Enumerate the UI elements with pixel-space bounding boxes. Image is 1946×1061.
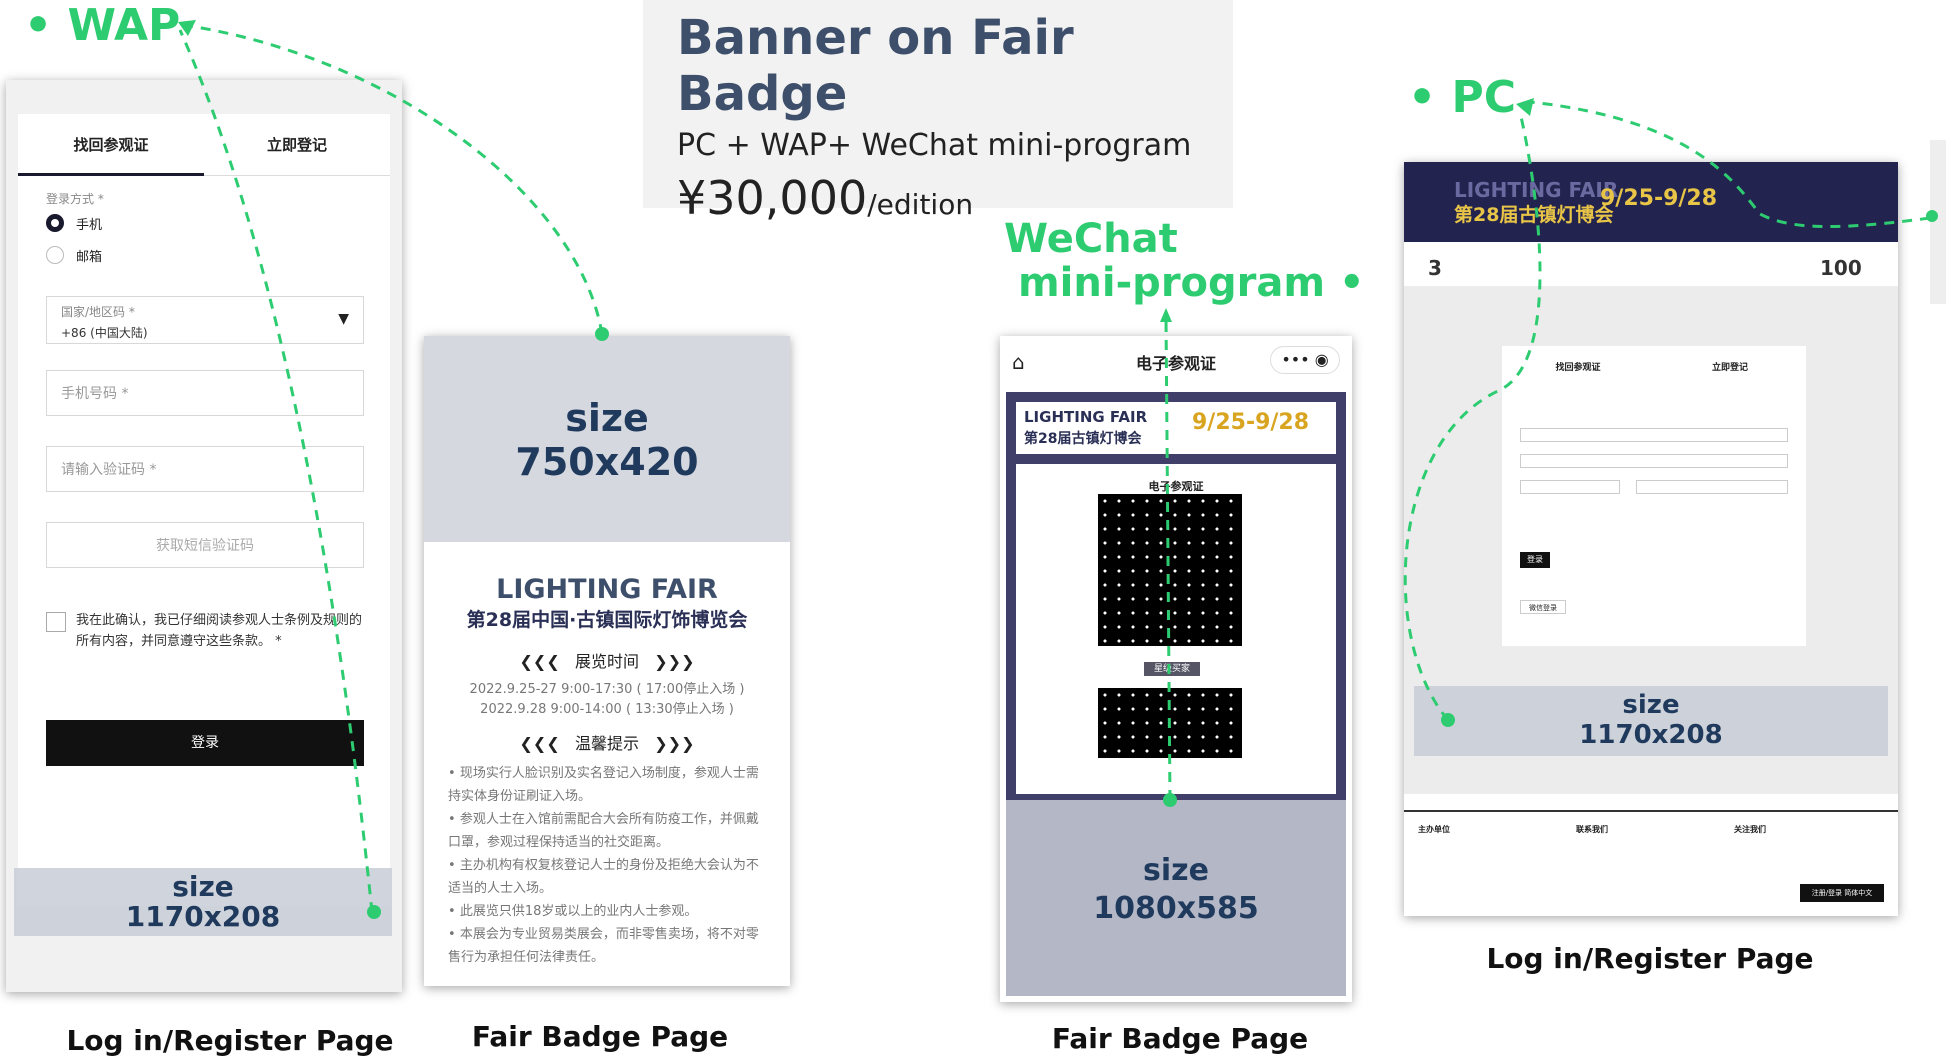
pointer-dot — [1441, 713, 1455, 727]
pointer-lines — [178, 20, 1931, 913]
pointer-dot — [1163, 793, 1177, 807]
pointer-dot — [367, 905, 381, 919]
pointer-dot — [595, 327, 609, 341]
pointer-pc-banner — [1403, 111, 1542, 721]
pointer-pc-right — [1529, 100, 1931, 229]
arrowhead — [1160, 308, 1172, 322]
arrowhead — [1516, 98, 1534, 116]
pointer-wap-badge — [189, 24, 604, 335]
pointer-dot — [1926, 210, 1938, 222]
pointer-wechat — [1164, 317, 1172, 801]
pointer-wap-login — [178, 29, 374, 913]
